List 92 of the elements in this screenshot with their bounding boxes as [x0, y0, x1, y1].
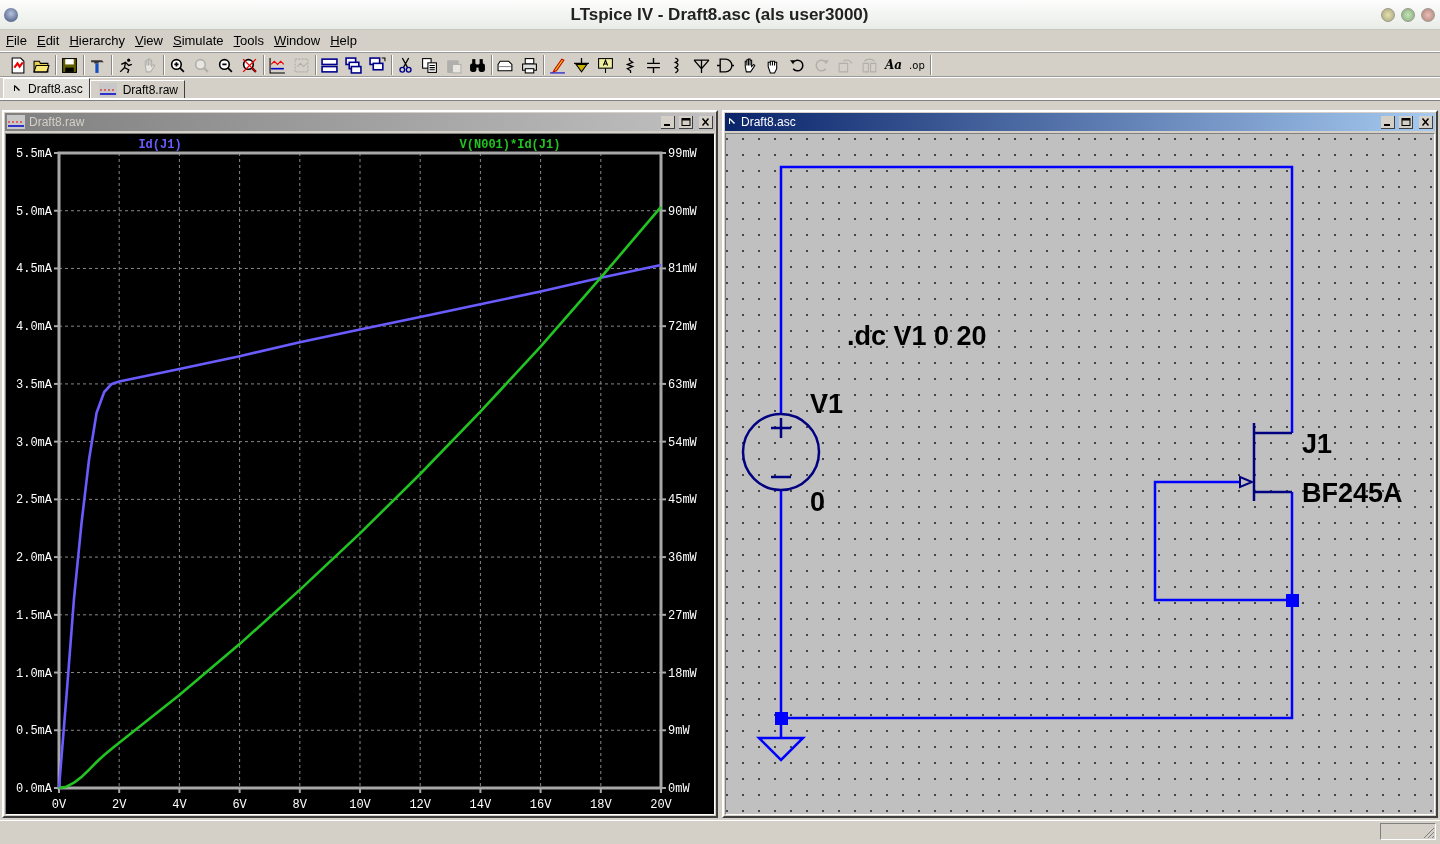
maximize-button[interactable]: [679, 115, 693, 129]
child-window-title: Draft8.asc: [741, 115, 796, 129]
close-button[interactable]: [1419, 115, 1433, 129]
component-value[interactable]: 0: [810, 487, 826, 517]
menu-item[interactable]: Hierarchy: [65, 33, 131, 48]
pointer-icon: [727, 117, 737, 127]
axis-tick-label: 36mW: [668, 551, 697, 566]
menu-item[interactable]: Tools: [229, 33, 270, 48]
axis-tick-label: 90mW: [668, 204, 697, 219]
text-tool[interactable]: Aa: [885, 58, 903, 72]
axis-tick-label: 5.0mA: [16, 204, 52, 219]
minimize-button[interactable]: [1381, 115, 1395, 129]
menu-item[interactable]: View: [131, 33, 169, 48]
axis-tick-label: 81mW: [668, 262, 697, 277]
axis-tick-label: 2.0mA: [16, 551, 52, 566]
axis-tick-label: 18mW: [668, 666, 697, 681]
axis-tick-label: 99mW: [668, 147, 697, 161]
axis-tick-label: 45mW: [668, 493, 697, 508]
trace-label[interactable]: V(N001)*Id(J1): [459, 138, 561, 152]
trace-label[interactable]: Id(J1): [138, 138, 182, 152]
axis-tick-label: 72mW: [668, 320, 697, 335]
spice-directive-tool[interactable]: .op: [909, 59, 925, 71]
axis-tick-label: 63mW: [668, 377, 697, 392]
axis-tick-label: 2.5mA: [16, 493, 52, 508]
menu-item[interactable]: Help: [326, 33, 363, 48]
axis-tick-label: 3.5mA: [16, 377, 52, 392]
zoom-in-icon[interactable]: [169, 56, 186, 74]
child-window-title: Draft8.raw: [29, 115, 85, 129]
menu-item[interactable]: Edit: [32, 33, 66, 48]
undo-icon[interactable]: [789, 56, 806, 74]
menu-item[interactable]: Window: [269, 33, 327, 48]
capacitor-icon[interactable]: [645, 56, 662, 74]
waveform-icon: [7, 115, 25, 129]
magnifier-cross-icon[interactable]: [241, 56, 258, 74]
windows-icon[interactable]: [321, 56, 338, 74]
axis-tick-label: 0.5mA: [16, 724, 52, 739]
axis-tick-label: 54mW: [668, 435, 697, 450]
axis-tick-label: 20V: [650, 798, 672, 812]
spice-directive[interactable]: .dc V1 0 20: [847, 321, 987, 351]
axis-tick-label: 0.0mA: [16, 782, 52, 796]
axis-tick-label: 0V: [51, 798, 67, 812]
resize-grip-icon[interactable]: [1423, 827, 1435, 839]
jfet-symbol[interactable]: [1239, 421, 1294, 503]
close-button[interactable]: [699, 115, 713, 129]
copy-icon[interactable]: [421, 56, 438, 74]
axis-tick-label: 12V: [409, 798, 431, 812]
waveform-icon: [98, 82, 117, 97]
windows-icon[interactable]: [345, 56, 362, 74]
document-icon[interactable]: [9, 56, 26, 74]
printer-icon[interactable]: [521, 56, 538, 74]
windows-icon[interactable]: [369, 56, 386, 74]
pencil-icon[interactable]: [549, 56, 566, 74]
scissors-icon[interactable]: [397, 56, 414, 74]
label-icon[interactable]: [597, 56, 614, 74]
ground-icon[interactable]: [573, 56, 590, 74]
axis-tick-label: 3.0mA: [16, 435, 52, 450]
binoculars-icon[interactable]: [469, 56, 486, 74]
waveform-icon[interactable]: [269, 56, 286, 74]
axis-tick-label: 14V: [469, 798, 492, 812]
axis-tick-label: 4.0mA: [16, 320, 52, 335]
axis-tick-label: 5.5mA: [16, 147, 52, 161]
pointer-icon: [12, 83, 22, 94]
axis-tick-label: 1.0mA: [16, 666, 52, 681]
axis-tick-label: 9mW: [668, 724, 690, 739]
menu-item[interactable]: Simulate: [168, 33, 230, 48]
axis-tick-label: 8V: [292, 798, 307, 812]
axis-tick-label: 1.5mA: [16, 608, 52, 623]
axis-tick-label: 2V: [112, 798, 127, 812]
axis-tick-label: 18V: [590, 798, 612, 812]
app-icon[interactable]: [4, 7, 18, 22]
axis-tick-label: 10V: [349, 798, 371, 812]
logic-gate-icon[interactable]: [717, 56, 734, 74]
component-name[interactable]: J1: [1302, 429, 1333, 459]
maximize-button[interactable]: [1399, 115, 1413, 129]
axis-tick-label: 27mW: [668, 608, 697, 623]
document-tab[interactable]: Draft8.raw: [89, 80, 186, 98]
menu-item[interactable]: File: [2, 33, 33, 48]
axis-tick-label: 16V: [529, 798, 552, 812]
document-tab[interactable]: Draft8.asc: [3, 78, 90, 98]
component-name[interactable]: V1: [810, 389, 844, 419]
save-icon[interactable]: [61, 56, 78, 74]
axis-tick-label: 0mW: [668, 782, 690, 796]
axis-tick-label: 6V: [232, 798, 247, 812]
component-value[interactable]: BF245A: [1302, 478, 1403, 508]
axis-tick-label: 4V: [172, 798, 187, 812]
voltage-source-symbol[interactable]: [741, 412, 821, 492]
axis-tick-label: 4.5mA: [16, 262, 52, 277]
minimize-button[interactable]: [661, 115, 675, 129]
window-title: LTspice IV - Draft8.asc (als user3000): [569, 4, 870, 25]
ground-symbol[interactable]: [756, 736, 806, 762]
zoom-out-icon[interactable]: [217, 56, 234, 74]
running-figure-icon[interactable]: [117, 56, 134, 74]
